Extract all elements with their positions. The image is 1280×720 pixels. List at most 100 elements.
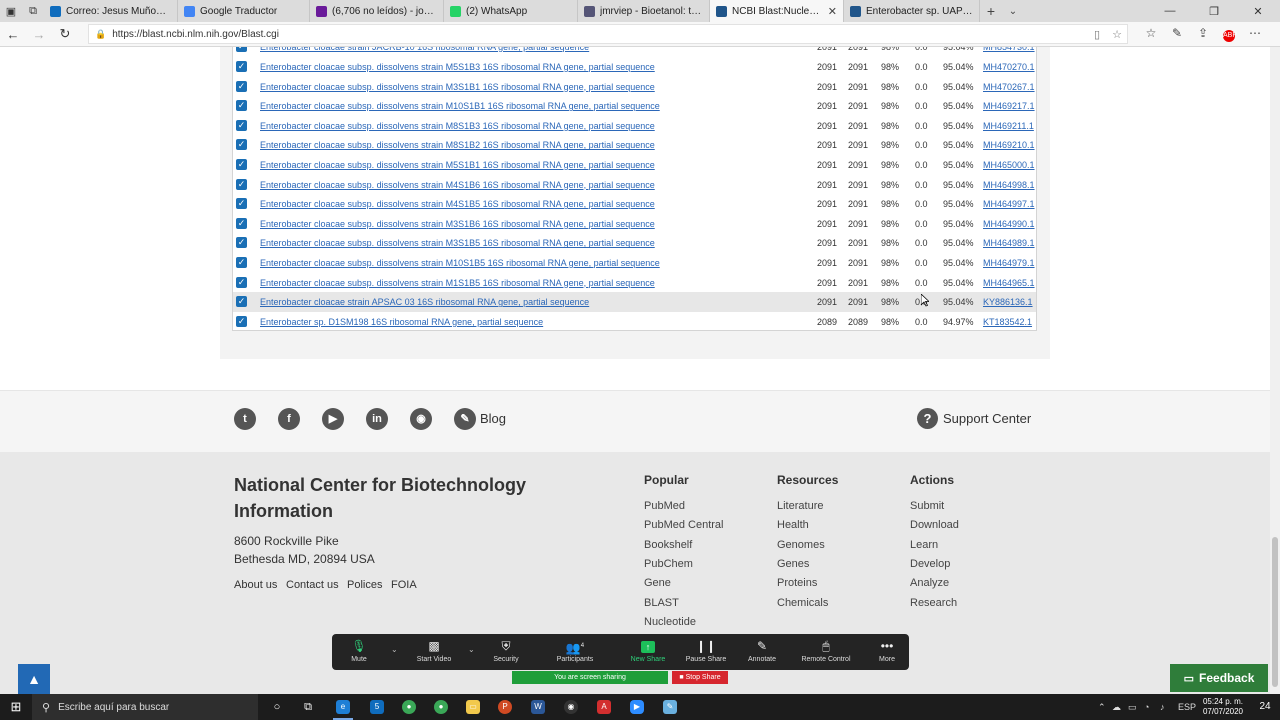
acrobat-icon[interactable]: A [589,694,619,720]
result-description-link[interactable]: Enterobacter cloacae subsp. dissolvens s… [260,140,655,150]
result-checkbox[interactable]: ✓ [236,61,247,72]
blog-icon[interactable]: ✎ [454,408,476,430]
result-checkbox[interactable]: ✓ [236,139,247,151]
zoom-app-icon[interactable]: ▶ [622,694,652,720]
browser-tab[interactable]: Correo: Jesus Muñoz - Outlo [44,0,178,22]
remote-control-button[interactable]: 🖱 Remote Control [796,634,856,670]
reading-view-icon[interactable]: ▯ [1087,28,1107,41]
accession-link[interactable]: MH854730.1 [983,47,1035,52]
foia-link[interactable]: FOIA [391,579,417,591]
accession-link[interactable]: MH465000.1 [983,160,1035,170]
result-checkbox[interactable]: ✓ [236,257,247,268]
footer-link[interactable]: Bookshelf [644,539,692,551]
footer-link[interactable]: BLAST [644,597,679,609]
accession-link[interactable]: MH469211.1 [983,121,1034,131]
tab-preview-icon[interactable]: ⧉ [22,0,44,22]
browser-tab[interactable]: NCBI Blast:Nucleotide S ✕ [710,0,844,22]
footer-link[interactable]: Literature [777,500,823,512]
language-indicator[interactable]: ESP [1178,694,1196,720]
support-center-link[interactable]: Support Center [943,411,1031,426]
back-icon[interactable]: ← [0,27,26,42]
favorites-icon[interactable]: ☆ [1138,26,1164,42]
result-checkbox[interactable]: ✓ [236,237,247,249]
annotate-button[interactable]: ✎ Annotate [744,634,780,670]
minimize-icon[interactable]: — [1148,5,1192,18]
url-input[interactable]: 🔒 https://blast.ncbi.nlm.nih.gov/Blast.c… [88,24,1128,44]
result-description-link[interactable]: Enterobacter sp. D1SM198 16S ribosomal R… [260,317,543,327]
result-checkbox[interactable]: ✓ [236,276,247,288]
result-description-link[interactable]: Enterobacter cloacae subsp. dissolvens s… [260,62,655,72]
pause-share-button[interactable]: ❙❙ Pause Share [684,634,728,670]
accession-link[interactable]: MH470267.1 [983,82,1035,92]
footer-link[interactable]: Genes [777,558,809,570]
result-checkbox[interactable]: ✓ [236,100,247,112]
refresh-icon[interactable]: ↻ [52,26,78,42]
accession-link[interactable]: MH464965.1 [983,278,1035,288]
result-description-link[interactable]: Enterobacter cloacae subsp. dissolvens s… [260,121,655,131]
back-to-top-button[interactable]: ▲ [18,664,50,694]
notifications-icon[interactable]: 24 [1254,694,1276,720]
footer-link[interactable]: PubMed Central [644,519,724,531]
accession-link[interactable]: KY886136.1 [983,297,1033,307]
forward-icon[interactable]: → [26,27,52,42]
pen-app-icon[interactable]: ✎ [655,694,685,720]
footer-link[interactable]: Analyze [910,577,949,589]
about-us-link[interactable]: About us [234,579,277,591]
windows-start-icon[interactable]: ⊞ [0,694,32,720]
policies-link[interactable]: Polices [347,579,382,591]
result-description-link[interactable]: Enterobacter cloacae subsp. dissolvens s… [260,238,655,248]
footer-link[interactable]: PubMed [644,500,685,512]
footer-link[interactable]: Genomes [777,539,825,551]
linkedin-icon[interactable]: in [366,408,388,430]
browser-tab[interactable]: Enterobacter sp. UAP S0300 [844,0,980,22]
result-description-link[interactable]: Enterobacter cloacae strain APSAC 03 16S… [260,297,589,307]
start-video-button[interactable]: ▩ Start Video [412,634,456,670]
taskbar-search-input[interactable]: ⚲ Escribe aquí para buscar [32,694,258,720]
footer-link[interactable]: Health [777,519,809,531]
wifi-icon[interactable]: ◔ [1144,694,1149,720]
browser-tab[interactable]: Google Traductor [178,0,310,22]
accession-link[interactable]: MH470270.1 [983,62,1035,72]
accession-link[interactable]: MH469210.1 [983,140,1035,150]
video-options-chevron-icon[interactable]: ⌄ [468,645,475,654]
close-window-icon[interactable]: ✕ [1236,5,1280,18]
tray-expand-icon[interactable]: ⌃ [1098,694,1106,720]
result-checkbox[interactable]: ✓ [236,217,247,229]
mail-icon[interactable]: 5 [362,694,392,720]
result-description-link[interactable]: Enterobacter cloacae subsp. dissolvens s… [260,219,655,229]
footer-link[interactable]: Submit [910,500,944,512]
accession-link[interactable]: MH464998.1 [983,180,1035,190]
footer-link[interactable]: Chemicals [777,597,828,609]
footer-link[interactable]: Nucleotide [644,616,696,628]
favorite-star-icon[interactable]: ☆ [1107,28,1127,41]
accession-link[interactable]: MH464989.1 [983,238,1035,248]
browser-tab[interactable]: (2) WhatsApp [444,0,578,22]
result-description-link[interactable]: Enterobacter cloacae subsp. dissolvens s… [260,258,660,268]
footer-link[interactable]: Learn [910,539,938,551]
onedrive-icon[interactable]: ☁ [1112,694,1121,720]
accession-link[interactable]: MH464990.1 [983,219,1035,229]
accession-link[interactable]: MH464997.1 [983,199,1035,209]
scrollbar-thumb[interactable] [1272,537,1278,687]
new-share-button[interactable]: ↑ New Share [628,634,668,670]
footer-link[interactable]: Research [910,597,957,609]
chrome-icon[interactable]: ● [394,694,424,720]
result-checkbox[interactable]: ✓ [236,159,247,170]
result-checkbox[interactable]: ✓ [236,198,247,210]
audio-options-chevron-icon[interactable]: ⌄ [391,645,398,654]
help-icon[interactable]: ? [917,408,938,429]
tab-list-chevron-icon[interactable]: ⌄ [1002,6,1024,17]
chrome-profile-icon[interactable]: ● [426,694,456,720]
twitter-icon[interactable]: t [234,408,256,430]
footer-link[interactable]: Gene [644,577,671,589]
restore-icon[interactable]: ❐ [1192,5,1236,18]
result-checkbox[interactable]: ✓ [236,178,247,190]
result-checkbox[interactable]: ✓ [236,296,247,308]
result-description-link[interactable]: Enterobacter cloacae subsp. dissolvens s… [260,199,655,209]
footer-link[interactable]: Develop [910,558,950,570]
blog-link[interactable]: Blog [480,411,506,426]
result-description-link[interactable]: Enterobacter cloacae subsp. dissolvens s… [260,101,660,111]
youtube-icon[interactable]: ▶ [322,408,344,430]
edge-icon[interactable]: e [328,694,358,720]
result-description-link[interactable]: Enterobacter cloacae subsp. dissolvens s… [260,160,655,170]
